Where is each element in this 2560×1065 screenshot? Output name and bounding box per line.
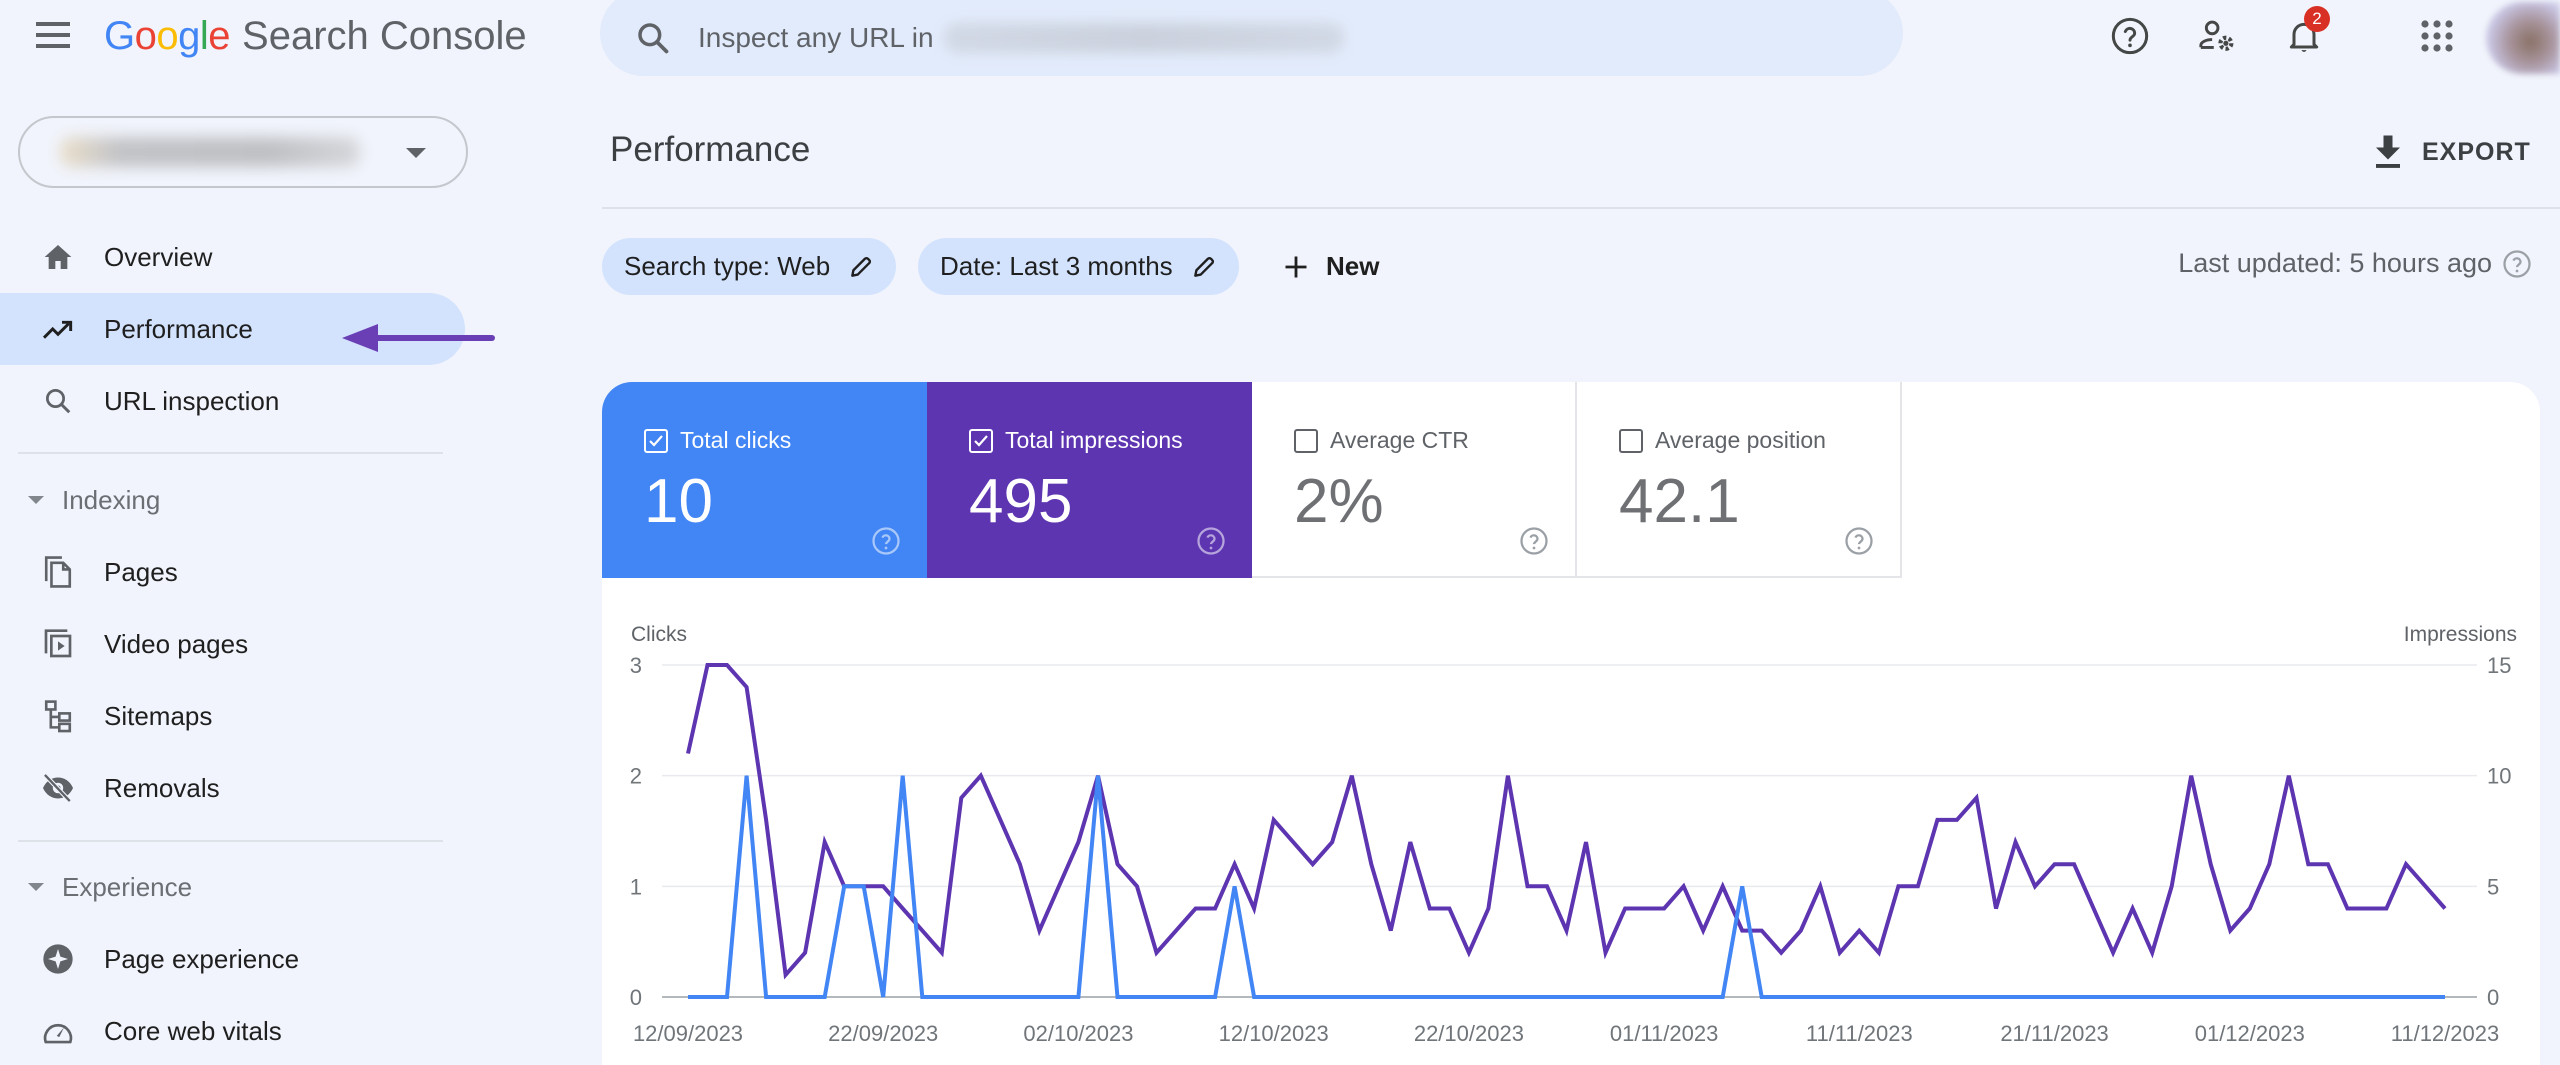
logo-letter: o bbox=[156, 13, 179, 58]
left-tick-label: 3 bbox=[630, 653, 642, 678]
right-tick-label: 15 bbox=[2487, 653, 2511, 678]
google-wordmark: Google bbox=[104, 13, 231, 59]
logo-letter: o bbox=[134, 13, 157, 58]
search-console-logo[interactable]: Google Search Console bbox=[104, 10, 527, 62]
main-menu-button[interactable] bbox=[34, 18, 72, 52]
sidebar-item-url-inspection[interactable]: URL inspection bbox=[0, 365, 465, 437]
sidebar-section-indexing[interactable]: Indexing bbox=[0, 470, 465, 530]
right-axis-title: Impressions bbox=[2404, 623, 2517, 646]
search-icon bbox=[38, 381, 78, 421]
property-name-redacted bbox=[60, 137, 360, 167]
admin-settings-button[interactable] bbox=[2195, 14, 2239, 58]
logo-letter: e bbox=[208, 13, 231, 58]
filter-chip-date[interactable]: Date: Last 3 months bbox=[918, 238, 1239, 295]
help-icon[interactable] bbox=[2502, 249, 2532, 279]
sidebar-item-overview[interactable]: Overview bbox=[0, 221, 465, 293]
edit-pencil-icon bbox=[851, 256, 872, 277]
left-tick-label: 0 bbox=[630, 985, 642, 1010]
admin-settings-icon bbox=[2199, 20, 2234, 51]
sitemap-icon bbox=[38, 696, 78, 736]
left-axis-title: Clicks bbox=[631, 623, 687, 646]
sidebar-section-experience[interactable]: Experience bbox=[0, 857, 465, 917]
product-name: Search Console bbox=[242, 13, 527, 58]
left-tick-label: 1 bbox=[630, 874, 642, 899]
notification-count-badge: 2 bbox=[2304, 6, 2330, 32]
x-tick-label: 22/10/2023 bbox=[1414, 1021, 1524, 1046]
logo-letter: l bbox=[199, 13, 209, 58]
x-tick-label: 12/09/2023 bbox=[633, 1021, 743, 1046]
x-tick-label: 21/11/2023 bbox=[2000, 1021, 2108, 1046]
sidebar-item-core-web-vitals[interactable]: Core web vitals bbox=[0, 995, 465, 1065]
pages-icon bbox=[38, 552, 78, 592]
collapse-triangle-icon bbox=[28, 496, 44, 504]
new-filter-button[interactable]: New bbox=[1282, 238, 1379, 295]
url-inspection-search-bar[interactable]: Inspect any URL in bbox=[600, 0, 1903, 76]
logo-letter: G bbox=[104, 13, 135, 58]
filter-chip-search-type[interactable]: Search type: Web bbox=[602, 238, 897, 295]
sidebar-item-page-experience[interactable]: Page experience bbox=[0, 923, 465, 995]
x-tick-label: 02/10/2023 bbox=[1023, 1021, 1133, 1046]
eye-off-icon bbox=[38, 768, 78, 808]
x-tick-label: 12/10/2023 bbox=[1219, 1021, 1329, 1046]
page-title: Performance bbox=[610, 130, 811, 169]
right-tick-label: 0 bbox=[2487, 985, 2499, 1010]
right-tick-label: 5 bbox=[2487, 874, 2499, 899]
sidebar-item-sitemaps[interactable]: Sitemaps bbox=[0, 680, 465, 752]
sidebar-item-pages[interactable]: Pages bbox=[0, 536, 465, 608]
speedometer-icon bbox=[38, 1011, 78, 1051]
x-tick-label: 01/12/2023 bbox=[2195, 1021, 2305, 1046]
performance-chart[interactable]: Clicks Impressions 0 1 2 3 0 5 10 15 12/09/202… bbox=[602, 382, 2540, 1065]
notifications-button[interactable]: 2 bbox=[2282, 6, 2330, 58]
google-apps-button[interactable] bbox=[2415, 14, 2459, 58]
x-tick-label: 22/09/2023 bbox=[828, 1021, 938, 1046]
sidebar-divider bbox=[18, 840, 443, 842]
header-divider bbox=[602, 207, 2560, 209]
left-tick-label: 2 bbox=[630, 764, 642, 789]
x-tick-label: 01/11/2023 bbox=[1610, 1021, 1718, 1046]
last-updated: Last updated: 5 hours ago bbox=[2178, 248, 2532, 279]
export-button[interactable]: EXPORT bbox=[2372, 128, 2531, 176]
search-icon bbox=[634, 19, 672, 57]
collapse-triangle-icon bbox=[28, 883, 44, 891]
x-tick-label: 11/11/2023 bbox=[1806, 1021, 1913, 1046]
sidebar-item-removals[interactable]: Removals bbox=[0, 752, 465, 824]
sidebar-divider bbox=[18, 452, 443, 454]
series-line-impressions[interactable] bbox=[686, 663, 2447, 980]
property-url-redacted bbox=[943, 23, 1344, 53]
home-icon bbox=[38, 237, 78, 277]
hamburger-icon bbox=[36, 22, 70, 48]
plus-icon bbox=[1285, 256, 1307, 277]
property-selector[interactable] bbox=[18, 116, 468, 188]
apps-grid-icon bbox=[2421, 20, 2453, 52]
chevron-down-icon bbox=[406, 148, 426, 158]
edit-pencil-icon bbox=[1193, 256, 1214, 277]
help-icon bbox=[2111, 17, 2149, 55]
download-icon bbox=[2376, 135, 2400, 168]
x-tick-label: 11/12/2023 bbox=[2391, 1021, 2499, 1046]
right-tick-label: 10 bbox=[2487, 764, 2511, 789]
account-avatar[interactable] bbox=[2486, 2, 2560, 74]
logo-letter: g bbox=[178, 13, 200, 58]
trending-up-icon bbox=[38, 309, 78, 349]
search-placeholder: Inspect any URL in bbox=[698, 22, 934, 53]
help-button[interactable] bbox=[2108, 14, 2152, 58]
video-pages-icon bbox=[38, 624, 78, 664]
performance-card: Total clicks 10 Total impressions 495 Av… bbox=[602, 382, 2540, 1065]
sidebar-item-video-pages[interactable]: Video pages bbox=[0, 608, 465, 680]
page-experience-icon bbox=[38, 939, 78, 979]
annotation-arrow bbox=[342, 324, 495, 352]
